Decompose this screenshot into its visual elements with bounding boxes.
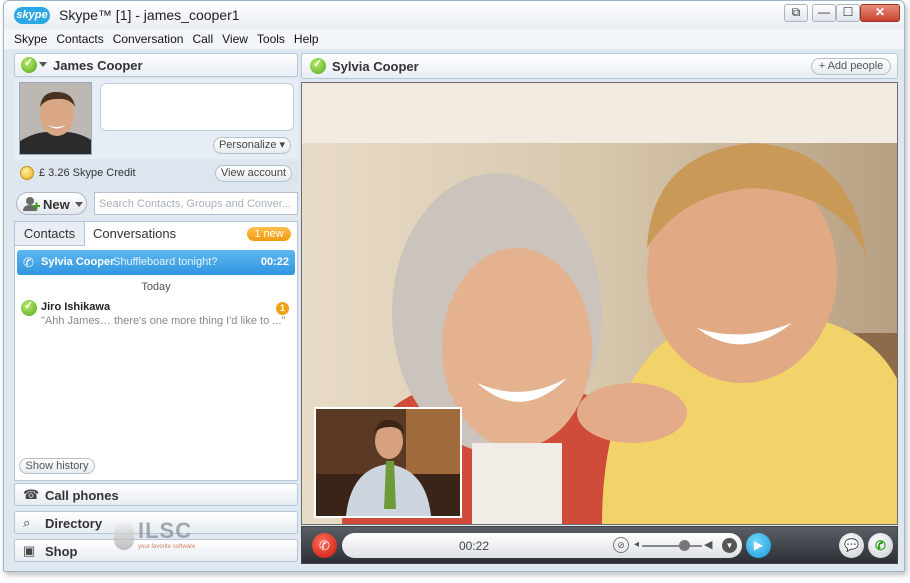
maximize-button[interactable]: ☐ xyxy=(836,4,860,22)
call-button[interactable]: ✆ xyxy=(868,533,893,558)
conversation-name: Jiro Ishikawa xyxy=(41,301,111,313)
volume-low-icon: ◂ xyxy=(634,539,640,550)
mouse-icon xyxy=(114,522,134,550)
chevron-down-icon[interactable]: ▼ xyxy=(722,538,737,553)
menu-conversation[interactable]: Conversation xyxy=(113,29,184,49)
chat-bubble-icon: 💬 xyxy=(844,538,859,552)
conversation-message: Shuffleboard tonight? xyxy=(113,256,218,268)
online-status-icon[interactable] xyxy=(21,56,37,73)
call-status-bar: 00:22 ⊘ ◂ ◀ ▼ xyxy=(342,533,742,558)
conversation-time: 00:22 xyxy=(260,256,289,268)
watermark-text: ILSC xyxy=(138,518,193,543)
watermark-logo: ILSC your favorite software xyxy=(112,516,202,558)
new-button-label: New xyxy=(43,197,70,212)
phone-icon: ✆ xyxy=(23,255,34,270)
call-header: Sylvia Cooper + Add people xyxy=(301,53,898,79)
profile-header[interactable]: James Cooper xyxy=(14,53,298,77)
close-button[interactable]: ✕ xyxy=(860,4,900,22)
add-contact-icon xyxy=(23,197,40,211)
conversation-message: "Ahh James… there's one more thing I'd l… xyxy=(41,315,286,327)
chat-button[interactable]: 💬 xyxy=(839,533,864,558)
contacts-conversations-panel: Contacts Conversations 1 new ✆ Sylvia Co… xyxy=(14,221,298,481)
call-contact-name: Sylvia Cooper xyxy=(332,59,419,74)
minimize-button[interactable]: — xyxy=(812,4,836,22)
restore-button[interactable]: ⧉ xyxy=(784,4,808,22)
unread-badge: 1 xyxy=(276,302,289,315)
avatar[interactable] xyxy=(19,82,92,155)
new-badge: 1 new xyxy=(247,227,291,241)
menu-bar: Skype Contacts Conversation Call View To… xyxy=(4,29,904,49)
menu-view[interactable]: View xyxy=(222,29,248,49)
shop-label: Shop xyxy=(45,544,78,559)
coin-icon xyxy=(20,166,34,180)
call-controls: ✆ 00:22 ⊘ ◂ ◀ ▼ ▶ 💬 ✆ xyxy=(301,526,898,564)
microphone-mute-icon[interactable]: ⊘ xyxy=(613,537,629,553)
skype-window: skype Skype™ [1] - james_cooper1 ⧉ — ☐ ✕… xyxy=(3,0,905,572)
watermark-subtext: your favorite software xyxy=(138,544,196,550)
search-icon: ⌕ xyxy=(23,515,31,530)
self-video-image xyxy=(316,409,460,516)
volume-high-icon: ◀ xyxy=(704,539,713,551)
video-toggle-button[interactable]: ▶ xyxy=(746,533,771,558)
tab-contacts[interactable]: Contacts xyxy=(15,222,85,246)
volume-slider[interactable] xyxy=(642,545,702,547)
end-call-button[interactable]: ✆ xyxy=(312,533,337,558)
menu-call[interactable]: Call xyxy=(192,29,213,49)
directory-label: Directory xyxy=(45,516,103,531)
online-status-icon xyxy=(21,299,37,316)
phone-answer-icon: ✆ xyxy=(875,538,886,553)
view-account-button[interactable]: View account xyxy=(215,165,292,182)
video-camera-icon: ▶ xyxy=(753,538,764,552)
menu-skype[interactable]: Skype xyxy=(14,29,47,49)
call-timer: 00:22 xyxy=(458,539,490,553)
title-bar: skype Skype™ [1] - james_cooper1 ⧉ — ☐ ✕ xyxy=(4,1,904,29)
hang-up-icon: ✆ xyxy=(319,538,330,553)
self-video[interactable] xyxy=(314,407,462,518)
credit-text: £ 3.26 Skype Credit xyxy=(39,167,136,179)
telephone-icon: ☎ xyxy=(23,487,40,502)
profile-box: Personalize ▾ xyxy=(14,79,298,159)
volume-slider-handle[interactable] xyxy=(679,540,690,551)
window-title: Skype™ [1] - james_cooper1 xyxy=(59,7,240,23)
menu-contacts[interactable]: Contacts xyxy=(56,29,103,49)
call-phones-label: Call phones xyxy=(45,488,119,503)
chevron-down-icon[interactable] xyxy=(39,62,47,67)
date-group-label: Today xyxy=(141,281,171,293)
chevron-down-icon xyxy=(75,202,83,207)
search-input[interactable]: Search Contacts, Groups and Conver... xyxy=(94,192,298,215)
show-history-button[interactable]: Show history xyxy=(19,458,95,474)
shopping-bag-icon: ▣ xyxy=(23,543,36,558)
online-status-icon xyxy=(310,57,326,74)
menu-tools[interactable]: Tools xyxy=(257,29,285,49)
personalize-button[interactable]: Personalize ▾ xyxy=(213,137,291,154)
menu-help[interactable]: Help xyxy=(294,29,319,49)
profile-name: James Cooper xyxy=(53,58,143,73)
mood-message-input[interactable] xyxy=(100,83,294,131)
avatar-photo xyxy=(20,83,91,154)
skype-logo: skype xyxy=(14,7,50,24)
conversation-item[interactable]: Jiro Ishikawa "Ahh James… there's one mo… xyxy=(17,296,295,332)
new-button[interactable]: New xyxy=(16,192,87,215)
conversation-item-active[interactable]: ✆ Sylvia Cooper Shuffleboard tonight? 00… xyxy=(17,250,295,275)
add-people-button[interactable]: + Add people xyxy=(811,58,891,75)
call-phones-button[interactable]: ☎ Call phones xyxy=(14,483,298,506)
conversation-name: Sylvia Cooper xyxy=(41,256,115,268)
credit-bar: £ 3.26 Skype Credit View account xyxy=(14,162,298,184)
